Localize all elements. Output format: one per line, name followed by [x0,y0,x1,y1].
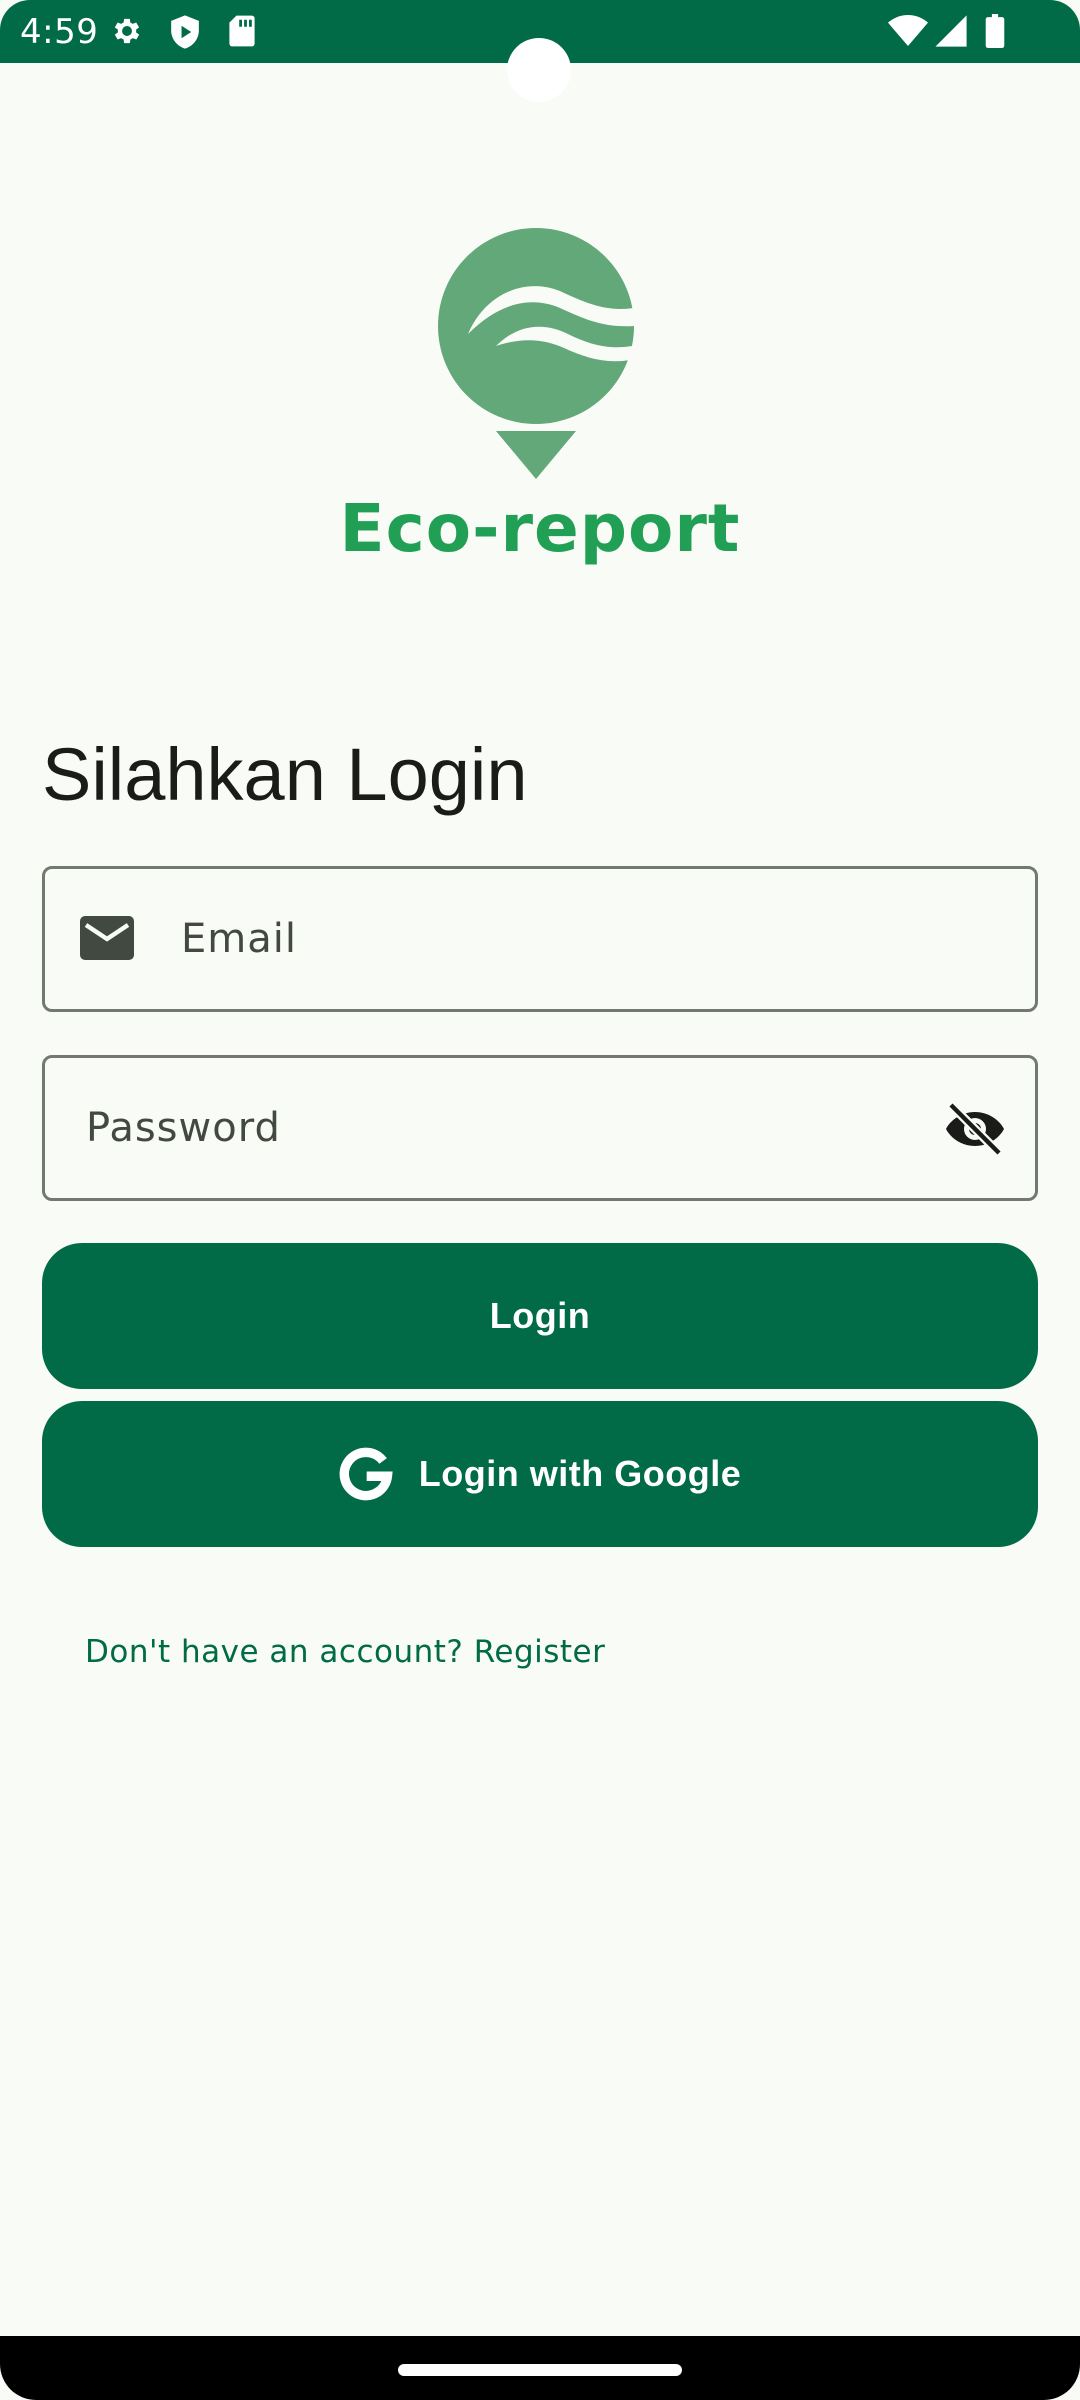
battery-icon [985,14,1005,48]
visibility-off-icon[interactable] [945,1102,1005,1156]
wifi-icon [888,15,928,46]
login-with-google-label: Login with Google [418,1453,742,1494]
register-link[interactable]: Don't have an account? Register [85,1634,605,1670]
login-button-label: Login [489,1295,591,1336]
navigation-bar [0,2336,1080,2400]
brand-name: Eco-report [339,490,741,567]
login-with-google-button[interactable]: Login with Google [42,1401,1038,1547]
camera-cutout [507,38,571,102]
login-button[interactable]: Login [42,1243,1038,1389]
password-placeholder: Password [86,1105,281,1151]
home-gesture-handle[interactable] [398,2364,682,2376]
gear-icon [114,18,140,44]
email-field[interactable]: Email [42,866,1038,1012]
status-time: 4:59 [20,12,99,52]
shield-play-icon [171,15,199,49]
eco-report-logo [438,228,634,479]
google-icon [339,1447,393,1501]
mail-icon [80,916,134,960]
page-title: Silahkan Login [42,733,528,816]
sd-card-icon [229,15,255,47]
password-field[interactable]: Password [42,1055,1038,1201]
cell-signal-icon [935,15,967,47]
email-placeholder: Email [181,916,297,962]
